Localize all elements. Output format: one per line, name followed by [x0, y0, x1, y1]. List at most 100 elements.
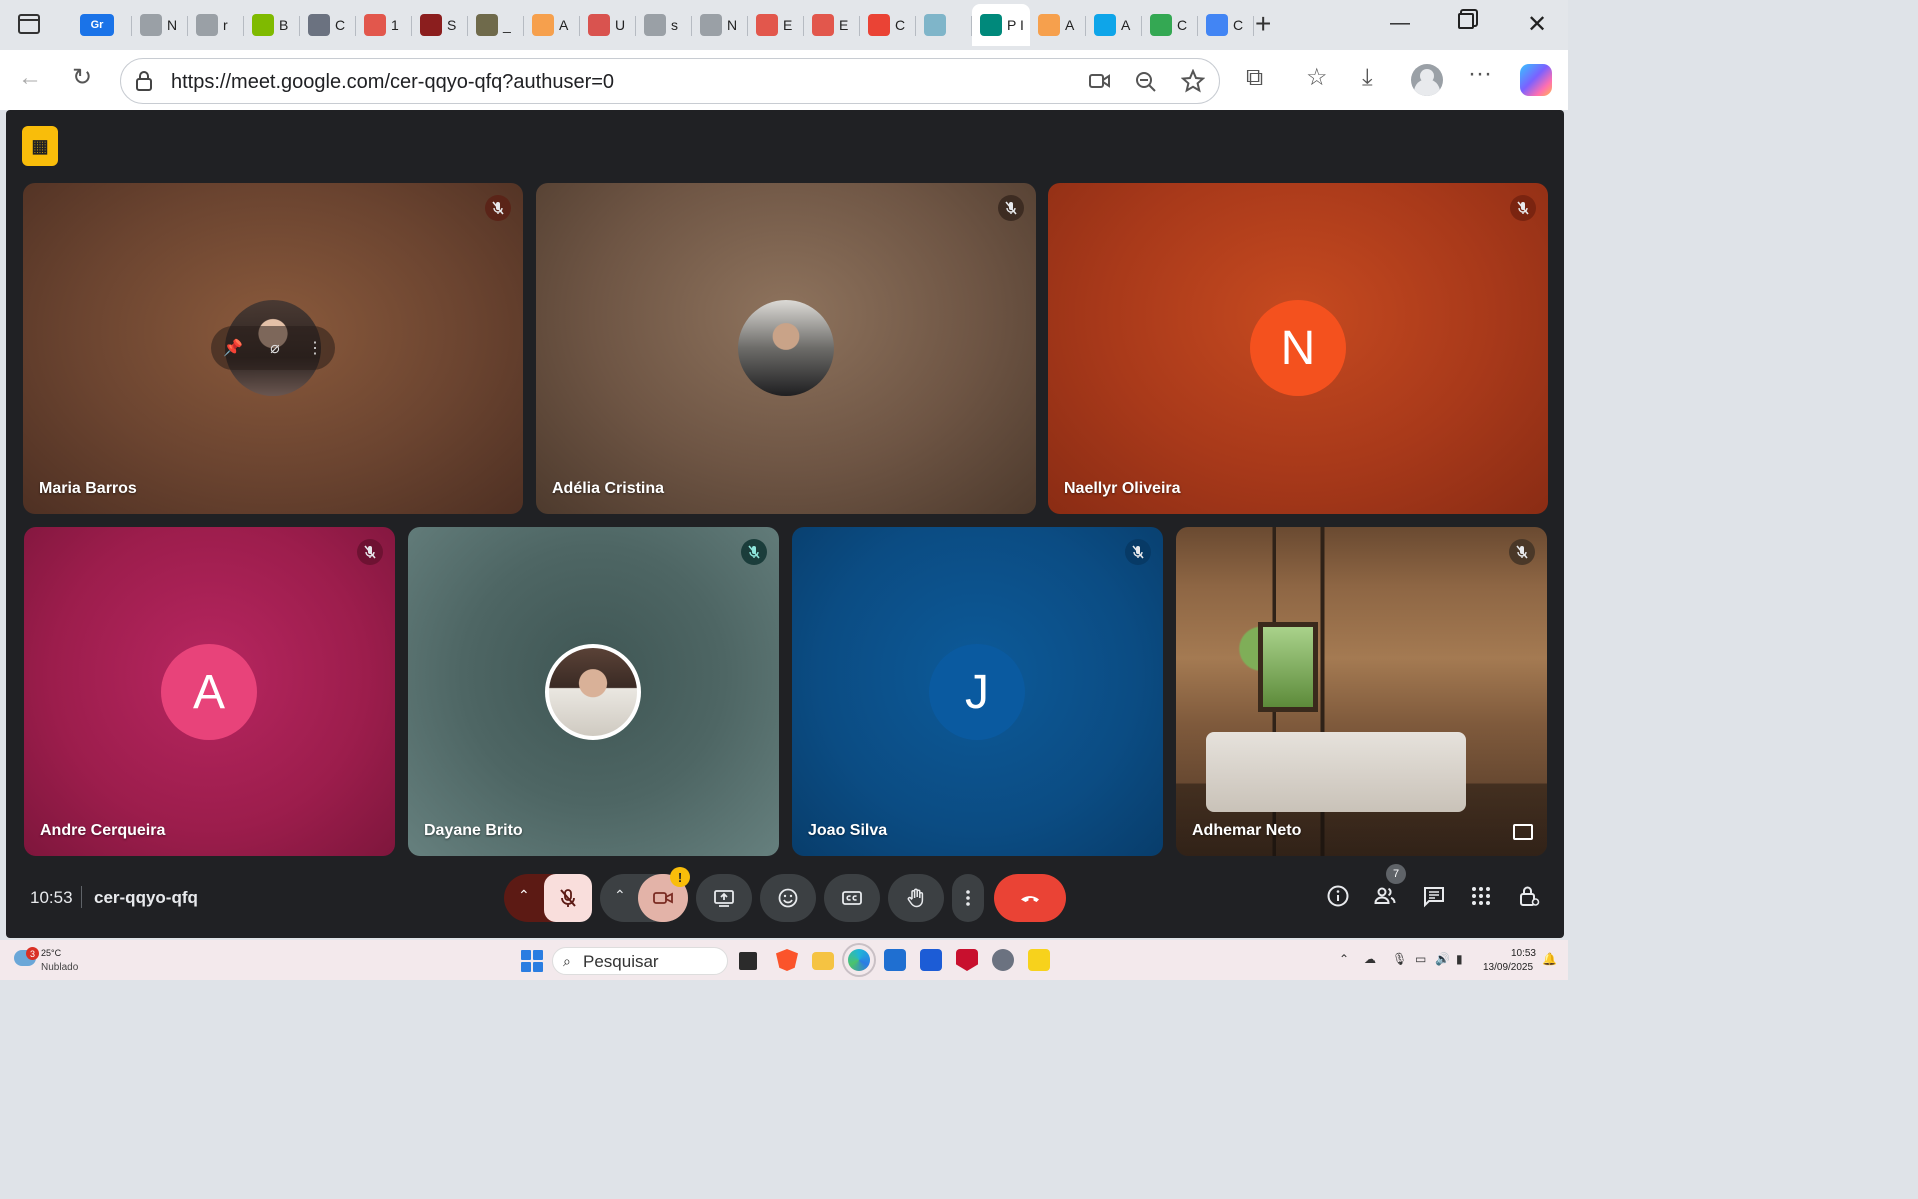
minimize-icon[interactable]: —	[1390, 12, 1410, 35]
browser-tab[interactable]: 1	[356, 4, 412, 46]
browser-tab[interactable]: N	[692, 4, 748, 46]
site-info-icon[interactable]	[135, 71, 153, 91]
browser-tab[interactable]: P I✕	[972, 4, 1030, 46]
browser-tab[interactable]: s	[636, 4, 692, 46]
profile-avatar-icon[interactable]	[1411, 64, 1443, 96]
participant-tile[interactable]: Dayane Brito	[408, 527, 779, 856]
calendar-icon	[588, 14, 610, 36]
notifications-icon[interactable]: 🔔	[1542, 952, 1557, 966]
pin-icon[interactable]: 📌	[223, 338, 243, 358]
copilot-icon[interactable]	[1520, 64, 1552, 96]
browser-tab[interactable]: E	[748, 4, 804, 46]
show-hidden-icons-chevron-icon[interactable]: ⌃	[1339, 952, 1349, 966]
sticky-notes-icon[interactable]	[1028, 949, 1050, 971]
browser-tab[interactable]: U	[580, 4, 636, 46]
meeting-details-icon[interactable]	[1324, 882, 1352, 910]
address-bar[interactable]: https://meet.google.com/cer-qqyo-qfq?aut…	[120, 58, 1220, 104]
participant-tile[interactable]: A Andre Cerqueira	[24, 527, 395, 856]
microphone-tray-icon[interactable]: 🎙	[1392, 952, 1407, 966]
reload-icon[interactable]: ↻	[72, 66, 92, 90]
more-options-icon[interactable]: ···	[1468, 62, 1492, 86]
window-in-background	[1258, 622, 1318, 712]
activities-icon[interactable]	[1467, 882, 1495, 910]
zoom-out-icon[interactable]	[1135, 71, 1157, 93]
browser-tab[interactable]: N	[132, 4, 188, 46]
onedrive-icon[interactable]: ☁	[1364, 952, 1376, 966]
new-tab-button[interactable]: +	[1255, 10, 1271, 38]
tab-title: C	[1233, 17, 1244, 33]
favorites-icon[interactable]: ☆	[1306, 66, 1328, 90]
extensions-icon[interactable]: ⧉	[1246, 66, 1263, 90]
back-icon[interactable]: ←	[18, 66, 42, 90]
mcafee-icon[interactable]	[956, 949, 978, 971]
browser-tab[interactable]: B	[244, 4, 300, 46]
settings-gear-icon[interactable]	[992, 949, 1014, 971]
meet-icon	[980, 14, 1002, 36]
browser-tab[interactable]: _	[468, 4, 524, 46]
url-text[interactable]: https://meet.google.com/cer-qqyo-qfq?aut…	[171, 71, 614, 94]
taskbar-time[interactable]: 10:53	[1508, 948, 1536, 959]
more-options-button[interactable]	[952, 874, 984, 922]
volume-icon[interactable]: 🔊	[1435, 952, 1450, 966]
mute-participant-icon[interactable]: ⌀	[270, 338, 280, 358]
restore-icon[interactable]	[1458, 13, 1474, 29]
weather-description[interactable]: Nublado	[41, 962, 78, 973]
mic-off-icon	[560, 889, 576, 907]
pdf-icon	[364, 14, 386, 36]
browser-tab[interactable]: r	[188, 4, 244, 46]
present-screen-button[interactable]	[696, 874, 752, 922]
drive-icon	[1150, 14, 1172, 36]
azure-data-studio-icon[interactable]	[920, 949, 942, 971]
audio-options-chevron-icon[interactable]: ⌃	[518, 887, 530, 904]
browser-tab[interactable]: C	[1142, 4, 1198, 46]
browser-tab[interactable]: C	[300, 4, 356, 46]
video-options-chevron-icon[interactable]: ⌃	[614, 887, 626, 904]
browser-tab[interactable]: A	[1086, 4, 1142, 46]
network-icon[interactable]: ▭	[1415, 952, 1426, 966]
browser-tab[interactable]: A	[524, 4, 580, 46]
browser-tab[interactable]: S	[412, 4, 468, 46]
downloads-icon[interactable]: ⤓	[1362, 66, 1373, 90]
host-controls-icon[interactable]	[1515, 882, 1543, 910]
microsoft-store-icon[interactable]	[884, 949, 906, 971]
participant-tile[interactable]: 📌 ⌀ ⋮ Maria Barros	[23, 183, 523, 514]
temperature-text[interactable]: 25°C	[41, 948, 61, 958]
participant-avatar: J	[929, 644, 1025, 740]
participant-tile[interactable]: N Naellyr Oliveira	[1048, 183, 1548, 514]
self-view-hidden-icon[interactable]: ▦	[22, 126, 58, 166]
browser-tab[interactable]: C	[1198, 4, 1254, 46]
taskbar-search[interactable]: ⌕ Pesquisar	[552, 947, 728, 975]
participant-avatar	[545, 644, 641, 740]
task-view-icon[interactable]	[739, 952, 757, 970]
people-icon[interactable]	[1371, 882, 1399, 910]
browser-tab[interactable]: E	[804, 4, 860, 46]
browser-tab[interactable]: Gr	[76, 4, 132, 46]
edge-icon[interactable]	[848, 949, 870, 971]
microphone-toggle-button[interactable]	[544, 874, 592, 922]
file-explorer-icon[interactable]	[812, 952, 834, 970]
favorite-star-icon[interactable]	[1181, 69, 1205, 93]
camera-warning-icon[interactable]: !	[670, 867, 690, 887]
taskbar-date[interactable]: 13/09/2025	[1483, 962, 1533, 973]
leave-call-button[interactable]	[994, 874, 1066, 922]
tab-actions-icon[interactable]	[18, 14, 40, 34]
participant-tile[interactable]: J Joao Silva	[792, 527, 1163, 856]
picture-in-picture-icon[interactable]	[1513, 824, 1533, 840]
participant-name: Dayane Brito	[424, 822, 523, 839]
browser-tab[interactable]	[916, 4, 972, 46]
raise-hand-button[interactable]	[888, 874, 944, 922]
camera-in-use-icon[interactable]	[1089, 72, 1111, 90]
tile-more-icon[interactable]: ⋮	[307, 338, 323, 358]
participant-tile[interactable]: Adélia Cristina	[536, 183, 1036, 514]
browser-tab[interactable]: C	[860, 4, 916, 46]
reactions-button[interactable]	[760, 874, 816, 922]
browser-tab[interactable]: A	[1030, 4, 1086, 46]
brave-icon[interactable]	[776, 949, 798, 971]
battery-icon[interactable]: ▮	[1456, 952, 1463, 966]
chat-icon[interactable]	[1420, 882, 1448, 910]
captions-button[interactable]	[824, 874, 880, 922]
start-button[interactable]	[521, 950, 543, 972]
close-window-icon[interactable]: ✕	[1527, 10, 1547, 39]
participant-name: Adélia Cristina	[552, 480, 665, 497]
participant-tile[interactable]: Adhemar Neto	[1176, 527, 1547, 856]
